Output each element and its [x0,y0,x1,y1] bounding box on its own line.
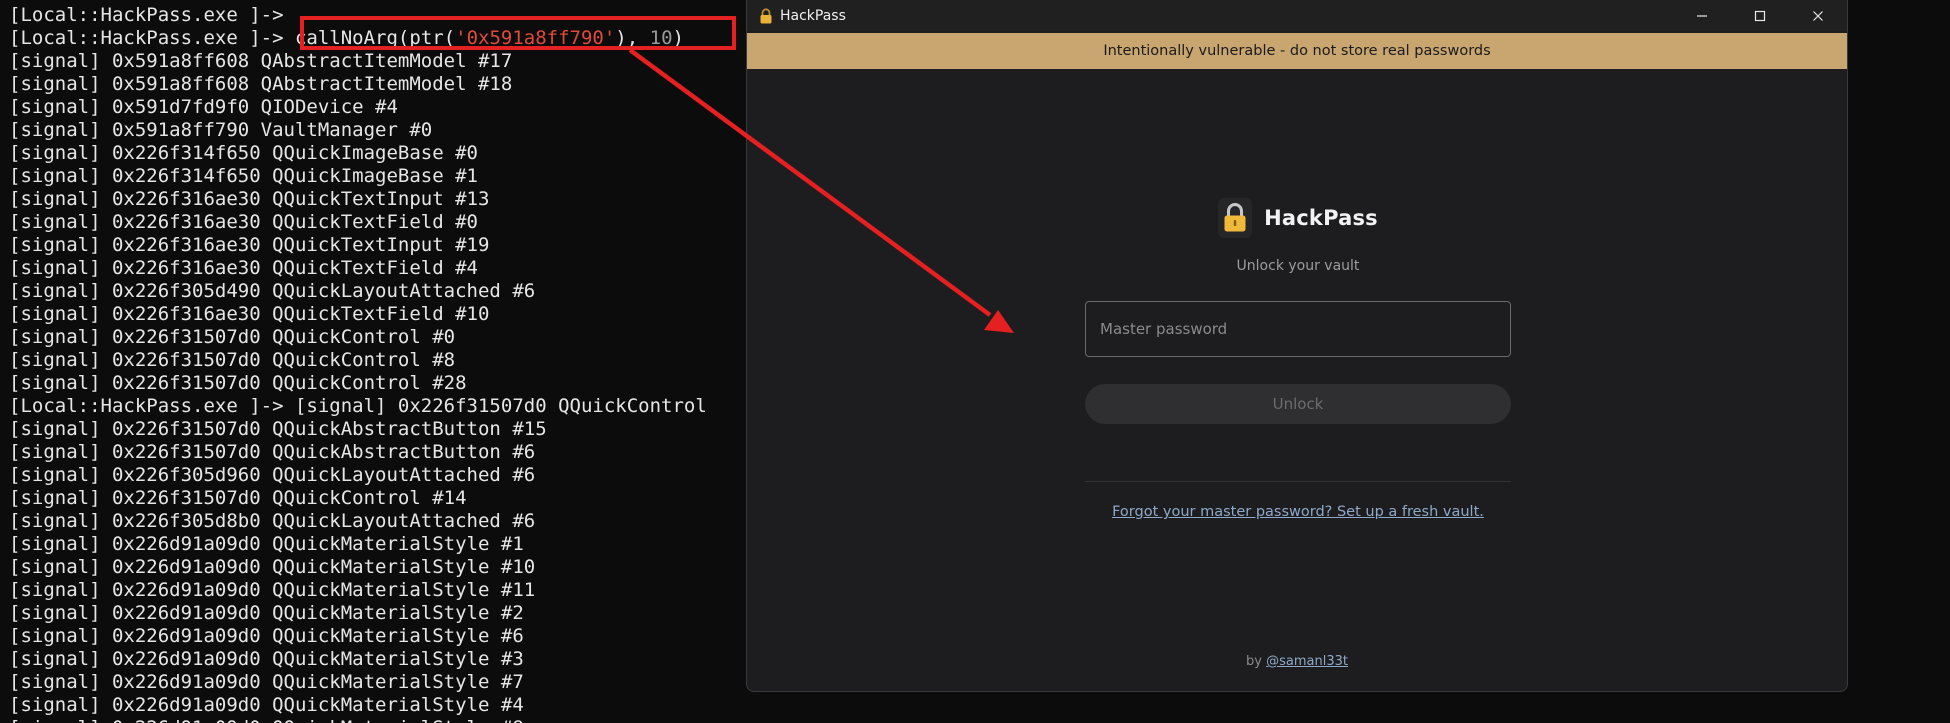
credit-row: by @samanl33t [747,654,1847,669]
author-link[interactable]: @samanl33t [1266,654,1348,669]
hackpass-window: HackPass Intentionally vulnerable - do n… [746,0,1848,692]
padlock-icon [1218,198,1253,238]
lock-icon [760,7,772,23]
close-button[interactable] [1789,0,1847,31]
window-titlebar[interactable]: HackPass [747,0,1847,31]
forgot-password-link[interactable]: Forgot your master password? Set up a fr… [1085,504,1511,520]
minimize-icon [1697,14,1707,17]
desktop: [Local::HackPass.exe ]-> [Local::HackPas… [0,0,1950,723]
terminal-prompt: [Local::HackPass.exe ]-> [9,27,295,49]
brand-row: HackPass [1085,196,1511,240]
annotation-highlight-box [300,16,736,50]
divider [1085,481,1511,482]
maximize-button[interactable] [1731,0,1789,31]
unlock-button[interactable]: Unlock [1085,384,1511,424]
unlock-subtitle: Unlock your vault [1236,258,1360,274]
window-title: HackPass [780,7,846,24]
master-password-input[interactable] [1085,301,1511,357]
credit-by: by [1246,654,1262,669]
minimize-button[interactable] [1673,0,1731,31]
unlock-panel: HackPass Unlock your vault Unlock Forgot… [1085,196,1511,520]
warning-banner: Intentionally vulnerable - do not store … [747,33,1847,69]
terminal-log-line: [signal] 0x226d91a09d0 QQuickMaterialSty… [9,694,524,716]
terminal-log-line: [signal] 0x226d91a09d0 QQuickMaterialSty… [9,717,1950,723]
app-name: HackPass [1264,206,1378,230]
warning-banner-text: Intentionally vulnerable - do not store … [1103,43,1491,59]
close-icon [1813,10,1823,21]
maximize-icon [1754,10,1766,21]
